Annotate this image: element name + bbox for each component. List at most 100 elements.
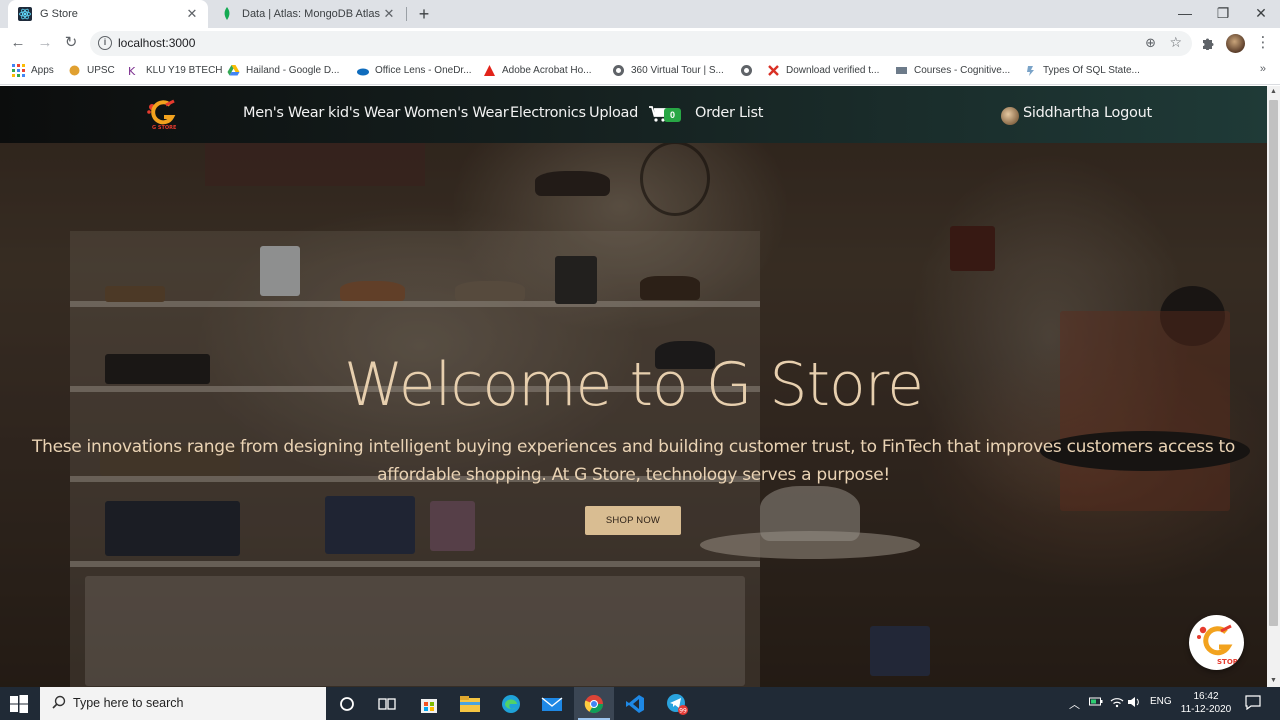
edge-icon[interactable] xyxy=(491,687,531,720)
onedrive-icon xyxy=(356,64,369,77)
close-tab-icon[interactable]: ✕ xyxy=(184,6,200,22)
extensions-puzzle-icon[interactable] xyxy=(1197,32,1219,54)
nav-upload[interactable]: Upload xyxy=(589,105,638,121)
task-view-icon[interactable] xyxy=(367,687,407,720)
battery-icon[interactable] xyxy=(1089,696,1103,711)
taskbar-search-box[interactable]: Type here to search xyxy=(40,687,326,720)
g-store-logo[interactable]: G STORE xyxy=(144,97,182,131)
hero-description: These innovations range from designing i… xyxy=(32,437,1235,485)
sql-icon xyxy=(1024,64,1037,77)
bookmark-download-verified[interactable]: Download verified t... xyxy=(767,64,879,77)
scroll-down-icon[interactable]: ▼ xyxy=(1267,675,1280,687)
user-avatar[interactable] xyxy=(1001,107,1019,125)
bookmark-label: Hailand - Google D... xyxy=(246,65,340,76)
windows-taskbar: Type here to search 99 ︿ ENG 16:42 11-12… xyxy=(0,687,1280,720)
chrome-taskbar-icon[interactable] xyxy=(574,687,614,720)
bookmark-360-tour[interactable]: 360 Virtual Tour | S... xyxy=(612,64,724,77)
forward-arrow-icon[interactable]: → xyxy=(34,32,56,54)
file-explorer-icon[interactable] xyxy=(450,687,490,720)
courses-icon xyxy=(895,64,908,77)
brand-text: G STORE xyxy=(152,125,177,131)
nav-kids-wear[interactable]: kid's Wear xyxy=(328,105,400,121)
clock-date: 11-12-2020 xyxy=(1180,704,1232,715)
tab-g-store[interactable]: G Store ✕ xyxy=(8,0,208,28)
chrome-menu-icon[interactable]: ⋮ xyxy=(1252,32,1274,54)
react-icon xyxy=(18,7,32,21)
bookmark-upsc[interactable]: UPSC xyxy=(68,64,115,77)
scroll-thumb[interactable] xyxy=(1269,100,1278,626)
mail-icon[interactable] xyxy=(532,687,572,720)
new-tab-icon[interactable]: + xyxy=(414,4,434,24)
nav-womens-wear[interactable]: Women's Wear xyxy=(404,105,509,121)
vscode-icon[interactable] xyxy=(615,687,655,720)
svg-text:K: K xyxy=(128,65,136,77)
system-clock[interactable]: 16:42 11-12-2020 xyxy=(1180,690,1232,716)
globe-icon xyxy=(612,64,625,77)
url-text[interactable]: localhost:3000 xyxy=(118,36,195,50)
bookmark-globe[interactable] xyxy=(740,64,759,77)
floating-g-store-logo[interactable]: STORE xyxy=(1189,615,1244,670)
mongodb-leaf-icon xyxy=(220,7,234,21)
bookmark-sql[interactable]: Types Of SQL State... xyxy=(1024,64,1140,77)
back-arrow-icon[interactable]: ← xyxy=(7,32,29,54)
browser-tab-strip: G Store ✕ Data | Atlas: MongoDB Atlas ✕ … xyxy=(0,0,1280,28)
nav-electronics[interactable]: Electronics xyxy=(510,105,586,121)
tab-mongodb-atlas[interactable]: Data | Atlas: MongoDB Atlas ✕ xyxy=(210,0,405,28)
globe-icon xyxy=(740,64,753,77)
nav-username[interactable]: Siddhartha xyxy=(1023,105,1100,121)
x-icon xyxy=(767,64,780,77)
page-scrollbar[interactable]: ▲ ▼ xyxy=(1267,86,1280,687)
bookmark-label: 360 Virtual Tour | S... xyxy=(631,65,724,76)
clock-time: 16:42 xyxy=(1193,691,1219,702)
profile-avatar[interactable] xyxy=(1226,34,1245,53)
bookmark-label: Adobe Acrobat Ho... xyxy=(502,65,592,76)
wifi-icon[interactable] xyxy=(1110,696,1124,711)
apps-grid-icon xyxy=(12,64,25,77)
site-navbar: G STORE Men's Wear kid's Wear Women's We… xyxy=(0,86,1267,143)
emblem-icon xyxy=(68,64,81,77)
telegram-icon[interactable]: 99 xyxy=(657,687,697,720)
bookmark-courses[interactable]: Courses - Cognitive... xyxy=(895,64,1010,77)
klu-icon: K xyxy=(127,64,140,78)
reload-icon[interactable]: ↻ xyxy=(60,32,82,54)
bookmark-label: UPSC xyxy=(87,65,115,76)
cart-count-badge: 0 xyxy=(664,108,681,122)
bookmark-adobe[interactable]: Adobe Acrobat Ho... xyxy=(483,64,592,77)
tray-chevron-up-icon[interactable]: ︿ xyxy=(1069,696,1080,712)
tab-title: Data | Atlas: MongoDB Atlas xyxy=(242,8,380,20)
page-viewport: G STORE Men's Wear kid's Wear Women's We… xyxy=(0,86,1267,687)
acrobat-icon xyxy=(483,64,496,77)
tab-divider xyxy=(406,7,407,21)
volume-icon[interactable] xyxy=(1127,696,1141,711)
scroll-up-icon[interactable]: ▲ xyxy=(1267,86,1280,98)
bookmark-office-lens[interactable]: Office Lens - OneDr... xyxy=(356,64,472,77)
hero-title: Welcome to G Store xyxy=(344,350,924,420)
maximize-icon[interactable]: ❐ xyxy=(1204,0,1242,28)
search-placeholder: Type here to search xyxy=(73,696,184,710)
minimize-icon[interactable]: — xyxy=(1166,0,1204,28)
info-icon[interactable]: i xyxy=(98,36,112,50)
tab-title: G Store xyxy=(40,8,78,20)
nav-order-list[interactable]: Order List xyxy=(695,105,763,121)
bookmark-hailand[interactable]: Hailand - Google D... xyxy=(227,64,339,77)
bookmark-apps[interactable]: Apps xyxy=(12,64,54,77)
shop-now-button[interactable]: SHOP NOW xyxy=(585,506,681,535)
bookmark-label: Courses - Cognitive... xyxy=(914,65,1011,76)
bookmark-star-icon[interactable]: ☆ xyxy=(1169,34,1182,51)
bookmark-label: Apps xyxy=(31,65,54,76)
bookmark-klu[interactable]: K KLU Y19 BTECH xyxy=(127,64,223,78)
nav-mens-wear[interactable]: Men's Wear xyxy=(243,105,324,121)
bookmarks-bar: Apps UPSC K KLU Y19 BTECH Hailand - Goog… xyxy=(0,58,1280,85)
store-bag-icon[interactable] xyxy=(409,687,449,720)
bookmark-label: KLU Y19 BTECH xyxy=(146,65,223,76)
close-window-icon[interactable]: ✕ xyxy=(1242,0,1280,28)
cortana-icon[interactable] xyxy=(327,687,367,720)
nav-logout[interactable]: Logout xyxy=(1104,105,1152,121)
windows-start-icon[interactable] xyxy=(10,695,28,713)
notification-icon[interactable] xyxy=(1245,695,1261,713)
zoom-icon[interactable]: ⊕ xyxy=(1145,35,1156,51)
bookmarks-overflow-icon[interactable]: » xyxy=(1260,63,1266,75)
address-bar[interactable]: i localhost:3000 ⊕ ☆ xyxy=(90,31,1192,56)
close-tab-icon[interactable]: ✕ xyxy=(381,6,397,22)
language-indicator[interactable]: ENG xyxy=(1150,696,1172,707)
